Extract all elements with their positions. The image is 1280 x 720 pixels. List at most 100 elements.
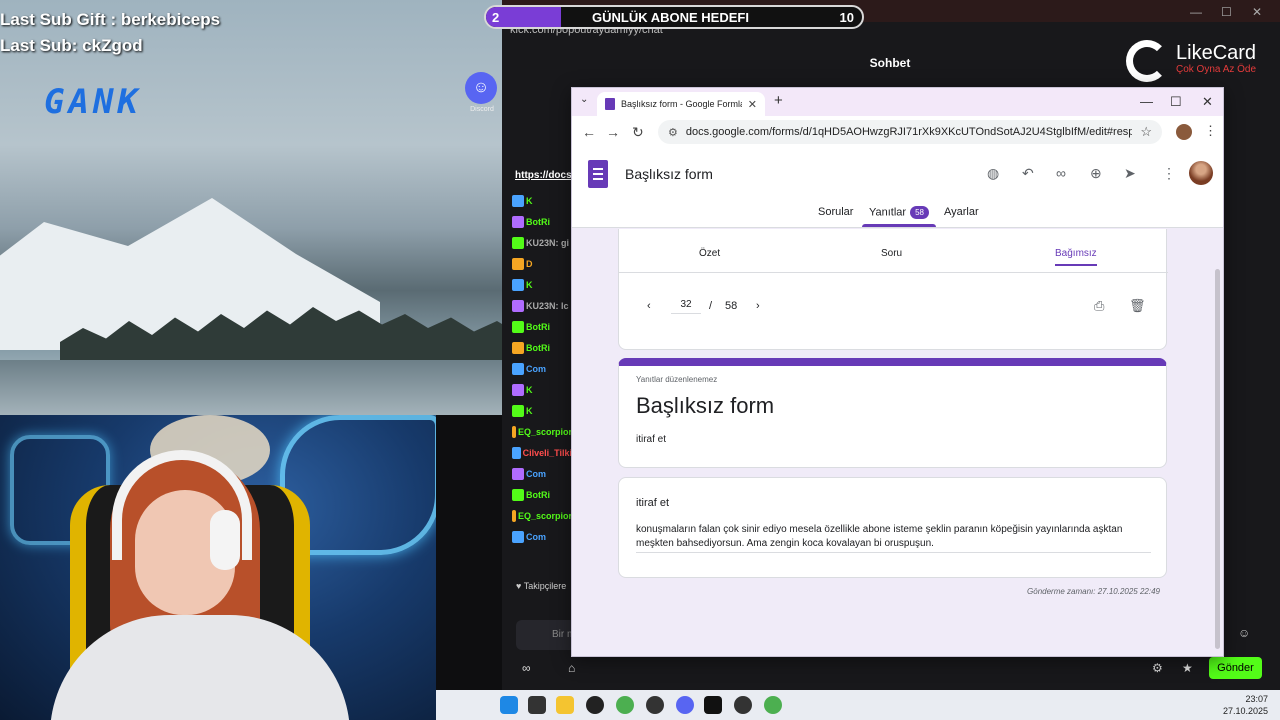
task-view-icon[interactable]	[528, 696, 546, 714]
chat-username[interactable]: EQ_scorpior	[518, 427, 572, 437]
chat-message[interactable]: K	[512, 190, 572, 211]
responses-not-editable-note: Yanıtlar düzenlenemez	[636, 375, 718, 384]
link-icon[interactable]: ∞	[1056, 165, 1066, 181]
chat-username[interactable]: Cilveli_Tilki	[523, 448, 572, 458]
close-icon[interactable]: ✕	[1202, 94, 1213, 110]
chat-message[interactable]: K	[512, 400, 572, 421]
chat-message[interactable]: EQ_scorpior	[512, 505, 572, 526]
chat-username[interactable]: Com	[526, 532, 546, 542]
user-badge-icon	[512, 404, 524, 417]
start-icon[interactable]	[500, 696, 518, 714]
discord-shortcut[interactable]: ☺ Discord	[465, 72, 499, 113]
chat-username[interactable]: K	[526, 406, 533, 416]
chat-message[interactable]: K	[512, 274, 572, 295]
obs-icon[interactable]	[586, 696, 604, 714]
minimize-icon[interactable]: —	[1190, 5, 1202, 19]
emoji-icon[interactable]: ☺	[1238, 626, 1250, 640]
chat-username[interactable]: BotRi	[526, 217, 550, 227]
subtab-individual[interactable]: Bağımsız	[1055, 248, 1097, 259]
form-name[interactable]: Başlıksız form	[625, 166, 713, 182]
chat-message[interactable]: D	[512, 253, 572, 274]
tab-questions[interactable]: Sorular	[818, 206, 853, 218]
scrollbar[interactable]	[1215, 269, 1220, 649]
subtab-summary[interactable]: Özet	[699, 248, 720, 259]
close-icon[interactable]: ✕	[1252, 5, 1262, 19]
profile-avatar-icon[interactable]	[1176, 124, 1192, 140]
chrome-icon[interactable]	[616, 696, 634, 714]
chat-message[interactable]: KU23N: lc	[512, 295, 572, 316]
new-tab-icon[interactable]: +	[774, 92, 783, 109]
chat-username[interactable]: EQ_scorpior	[518, 511, 572, 521]
account-avatar[interactable]	[1189, 161, 1213, 185]
last-sub-gift-text: Last Sub Gift : berkebiceps	[0, 10, 221, 29]
chat-username[interactable]: Com	[526, 364, 546, 374]
google-forms-logo-icon[interactable]	[588, 160, 608, 188]
chat-message[interactable]: KU23N: gi	[512, 232, 572, 253]
maximize-icon[interactable]: ☐	[1170, 94, 1182, 110]
gank-app-icon[interactable]	[734, 696, 752, 714]
file-explorer-icon[interactable]	[556, 696, 574, 714]
arrow-back-icon[interactable]: ←	[582, 124, 596, 140]
reload-icon[interactable]: ↻	[632, 124, 644, 141]
chat-username[interactable]: BotRi	[526, 322, 550, 332]
print-icon[interactable]: ⎙	[1094, 298, 1104, 314]
chat-username[interactable]: D	[526, 259, 533, 269]
chat-username[interactable]: BotRi	[526, 490, 550, 500]
settings-icon[interactable]: ⚙	[1152, 661, 1163, 675]
arrow-forward-icon[interactable]: →	[606, 124, 620, 140]
chat-username[interactable]: K	[526, 280, 533, 290]
likecard-tagline: Çok Oyna Az Öde	[1176, 64, 1257, 75]
add-collaborator-icon[interactable]: ⊕	[1090, 165, 1102, 182]
undo-icon[interactable]: ↶	[1022, 165, 1034, 182]
chat-points-icon[interactable]: ∞	[522, 661, 531, 675]
chrome-icon[interactable]	[764, 696, 782, 714]
chat-message-list: K BotRi KU23N: gi D K KU23N: lc BotRi BotRi Com K…	[512, 190, 572, 547]
streamlabs-icon[interactable]	[704, 696, 722, 714]
tab-search-icon[interactable]: ⌄	[580, 94, 588, 105]
badge-icon[interactable]: ★	[1182, 661, 1193, 675]
address-bar[interactable]: ⚙ docs.google.com/forms/d/1qHD5AOHwzgRJI…	[658, 120, 1162, 144]
user-badge-icon	[512, 509, 516, 522]
publish-icon[interactable]: ➤	[1124, 165, 1136, 182]
user-badge-icon	[512, 530, 524, 543]
chat-message[interactable]: BotRi	[512, 484, 572, 505]
chat-message[interactable]: Com	[512, 526, 572, 547]
send-button[interactable]: Gönder	[1209, 657, 1262, 679]
chat-username[interactable]: Com	[526, 469, 546, 479]
minimize-icon[interactable]: —	[1140, 94, 1153, 109]
tab-responses[interactable]: Yanıtlar 58	[869, 206, 929, 219]
tab-settings[interactable]: Ayarlar	[944, 206, 979, 218]
store-icon[interactable]: ⌂	[568, 661, 575, 675]
discord-taskbar-icon[interactable]	[676, 696, 694, 714]
browser-tab[interactable]: Başlıksız form - Google Formlar ✕	[597, 92, 765, 116]
previous-response-icon[interactable]: ‹	[647, 300, 651, 312]
chat-message[interactable]: Com	[512, 463, 572, 484]
gank-app-icon[interactable]	[646, 696, 664, 714]
delete-icon[interactable]: 🗑	[1129, 298, 1146, 314]
maximize-icon[interactable]: ☐	[1221, 5, 1232, 19]
chat-username[interactable]: KU23N: gi	[526, 238, 569, 248]
chat-message[interactable]: EQ_scorpior	[512, 421, 572, 442]
chat-message[interactable]: BotRi	[512, 316, 572, 337]
chat-message[interactable]: BotRi	[512, 211, 572, 232]
next-response-icon[interactable]: ›	[756, 300, 760, 312]
chat-username[interactable]: K	[526, 196, 533, 206]
pinned-message-link[interactable]: https://docs	[515, 170, 572, 181]
tab-close-icon[interactable]: ✕	[748, 98, 757, 111]
site-info-icon[interactable]: ⚙	[668, 126, 678, 139]
kebab-menu-icon[interactable]: ⋮	[1204, 123, 1217, 139]
chat-message[interactable]: Cilveli_Tilki	[512, 442, 572, 463]
response-index-input[interactable]: 32	[671, 292, 701, 314]
palette-icon[interactable]: ◍	[987, 165, 999, 182]
more-options-icon[interactable]: ⋮	[1162, 165, 1176, 182]
chat-message[interactable]: K	[512, 379, 572, 400]
chat-message[interactable]: BotRi	[512, 337, 572, 358]
chat-username[interactable]: BotRi	[526, 343, 550, 353]
star-icon[interactable]: ☆	[1140, 124, 1152, 140]
subtab-question[interactable]: Soru	[881, 248, 902, 259]
chat-message[interactable]: Com	[512, 358, 572, 379]
system-clock[interactable]: 23:07 27.10.2025	[1223, 693, 1268, 717]
user-badge-icon	[512, 467, 524, 480]
chat-username[interactable]: KU23N: lc	[526, 301, 569, 311]
chat-username[interactable]: K	[526, 385, 533, 395]
